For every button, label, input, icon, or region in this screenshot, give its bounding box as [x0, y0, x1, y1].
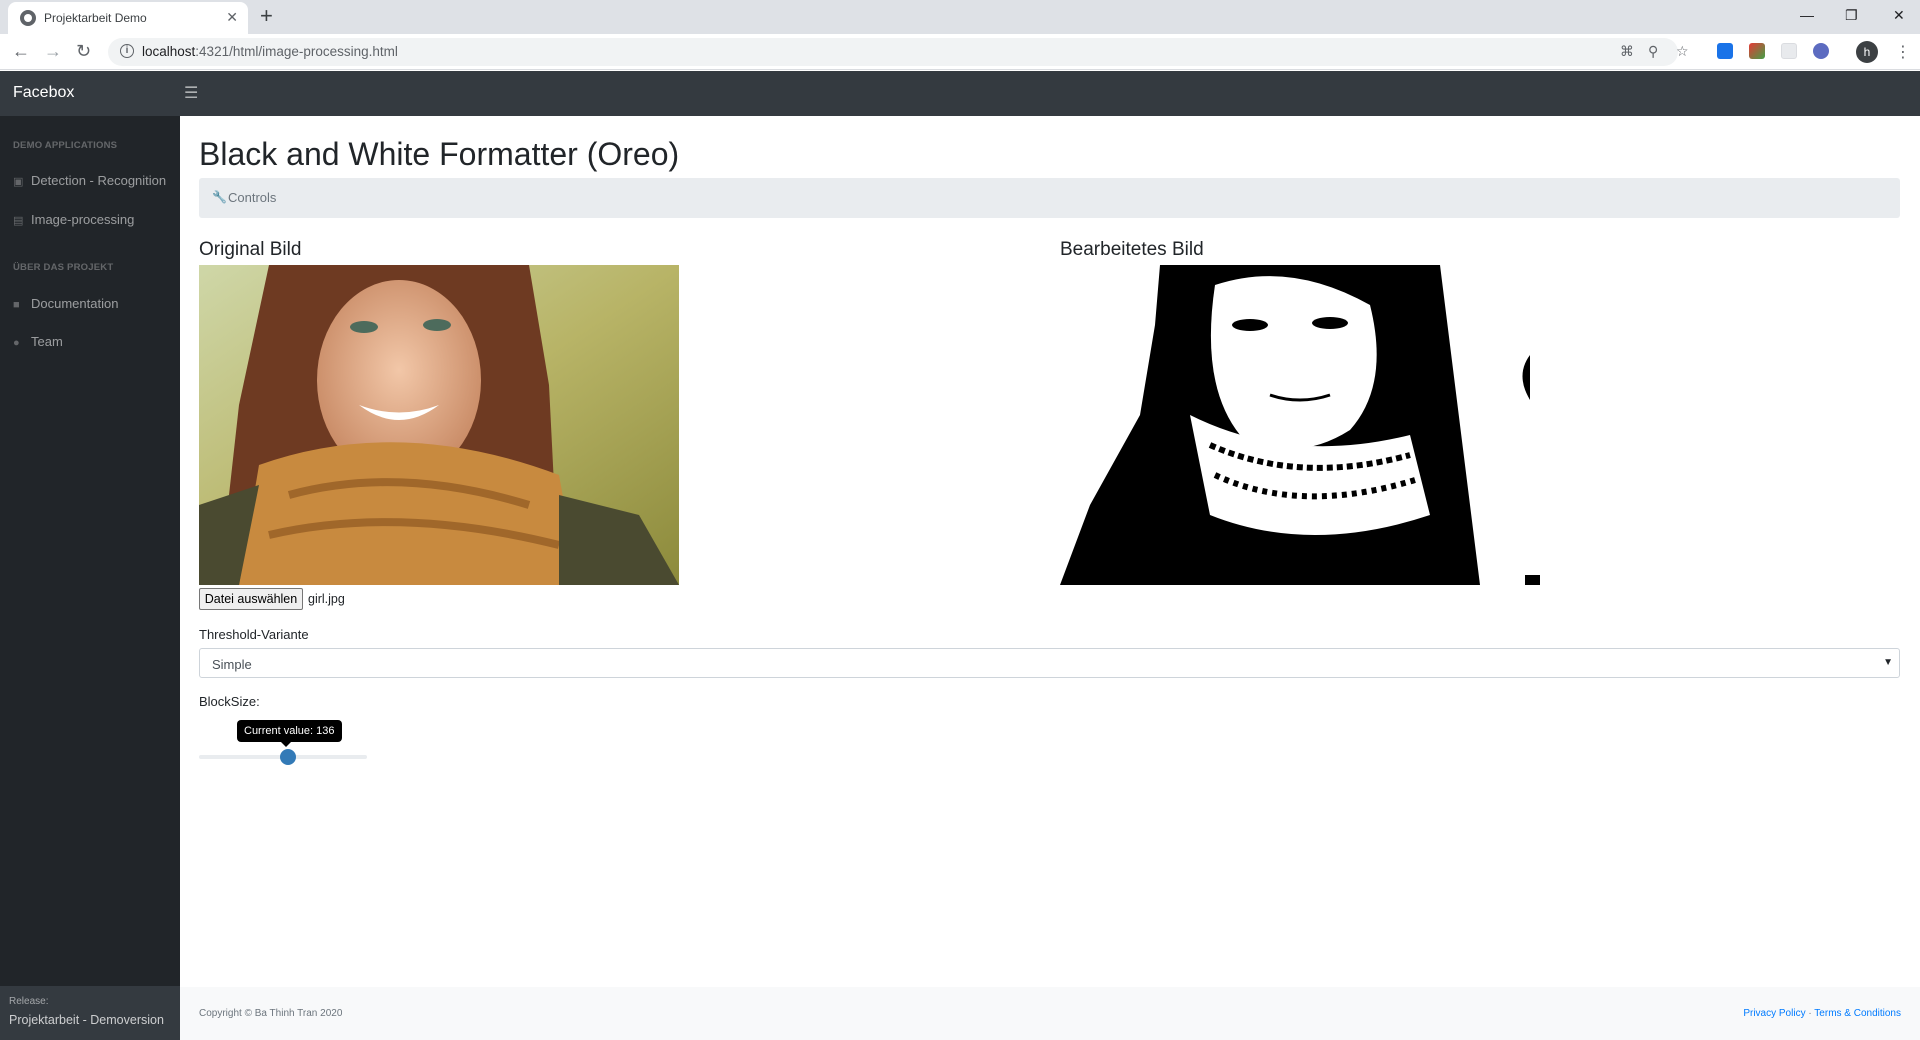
restore-icon[interactable]: ❐ [1845, 7, 1858, 24]
sidebar-item-label: Documentation [31, 296, 119, 311]
breadcrumb: 🔧 Controls [199, 178, 1900, 218]
minimize-icon[interactable]: — [1800, 7, 1814, 23]
choose-file-button[interactable]: Datei auswählen [199, 588, 303, 610]
main-content: Black and White Formatter (Oreo) 🔧 Contr… [180, 116, 1920, 987]
original-image-title: Original Bild [199, 239, 302, 260]
close-window-icon[interactable]: ✕ [1893, 7, 1905, 24]
browser-tab[interactable]: Projektarbeit Demo ✕ [8, 2, 248, 34]
release-value: Projektarbeit - Demoversion [9, 1013, 164, 1027]
browser-toolbar: ← → ↻ i localhost:4321/html/image-proces… [0, 34, 1920, 70]
threshold-label: Threshold-Variante [199, 627, 309, 642]
zoom-icon[interactable]: ⚲ [1648, 43, 1658, 60]
extension-arrow-icon[interactable] [1749, 43, 1765, 59]
address-bar[interactable]: i localhost:4321/html/image-processing.h… [108, 38, 1689, 66]
browser-tabstrip: Projektarbeit Demo ✕ + — ❐ ✕ [0, 0, 1920, 34]
file-name: girl.jpg [308, 592, 345, 606]
page-title: Black and White Formatter (Oreo) [199, 136, 680, 172]
slider-tooltip: Current value: 136 [237, 720, 342, 747]
release-label: Release: [9, 996, 49, 1007]
back-icon[interactable]: ← [12, 41, 30, 62]
forward-icon[interactable]: → [44, 41, 62, 62]
footer-links: Privacy Policy · Terms & Conditions [1743, 1008, 1901, 1019]
menu-dots-icon[interactable]: ⋮ [1895, 42, 1911, 62]
wrench-icon: 🔧 [212, 190, 227, 204]
blocksize-slider[interactable] [199, 749, 367, 765]
threshold-select[interactable]: Simple ▼ [199, 648, 1900, 678]
processed-image-title: Bearbeitetes Bild [1060, 239, 1204, 260]
sidebar-item-team[interactable]: ● Team [13, 334, 63, 349]
blocksize-label: BlockSize: [199, 694, 260, 709]
sidebar-item-label: Detection - Recognition [31, 173, 167, 188]
sidebar-item-detection[interactable]: ▣ Detection - Recognition [13, 173, 166, 188]
translate-icon[interactable]: ⌘ [1620, 43, 1634, 60]
slider-handle[interactable] [280, 749, 297, 765]
sidebar-heading-demo: Demo Applications [13, 140, 118, 151]
extension-s-icon[interactable] [1717, 43, 1733, 59]
privacy-policy-link[interactable]: Privacy Policy [1743, 1008, 1805, 1019]
new-tab-icon[interactable]: + [260, 3, 273, 29]
extension-blank-icon[interactable] [1781, 43, 1797, 59]
book-icon: ■ [13, 299, 20, 311]
sidebar: Demo Applications ▣ Detection - Recogniti… [0, 116, 180, 1040]
app-navbar: Facebox ☰ [0, 71, 1920, 116]
sidebar-item-documentation[interactable]: ■ Documentation [13, 296, 118, 311]
globe-icon [20, 10, 36, 26]
images-icon: ▤ [13, 215, 24, 227]
url-text: localhost:4321/html/image-processing.htm… [142, 44, 398, 59]
camera-icon: ▣ [13, 176, 24, 188]
profile-avatar[interactable]: h [1856, 41, 1878, 63]
terms-link[interactable]: Terms & Conditions [1814, 1008, 1901, 1019]
caret-down-icon: ▼ [1883, 657, 1893, 668]
sidebar-heading-project: Über das Projekt [13, 262, 114, 273]
reload-icon[interactable]: ↻ [76, 41, 91, 62]
brand[interactable]: Facebox [13, 84, 74, 102]
original-image [199, 265, 679, 585]
breadcrumb-controls: Controls [228, 190, 277, 205]
copyright: Copyright © Ba Thinh Tran 2020 [199, 1008, 343, 1019]
info-icon[interactable]: i [120, 44, 134, 58]
hamburger-icon[interactable]: ☰ [184, 83, 198, 103]
sidebar-item-label: Image-processing [31, 212, 135, 227]
users-icon: ● [13, 337, 20, 349]
extension-globe-icon[interactable] [1813, 43, 1829, 59]
tab-title: Projektarbeit Demo [44, 11, 147, 25]
footer: Copyright © Ba Thinh Tran 2020 Privacy P… [180, 987, 1920, 1040]
sidebar-item-image-processing[interactable]: ▤ Image-processing [13, 212, 134, 227]
close-tab-icon[interactable]: ✕ [226, 9, 238, 26]
sidebar-footer: Release: Projektarbeit - Demoversion [0, 986, 180, 1040]
footer-separator: · [1805, 1008, 1815, 1019]
processed-image [1060, 265, 1540, 585]
sidebar-item-label: Team [31, 334, 63, 349]
threshold-value: Simple [212, 657, 252, 672]
bookmark-star-icon[interactable]: ☆ [1676, 43, 1689, 60]
